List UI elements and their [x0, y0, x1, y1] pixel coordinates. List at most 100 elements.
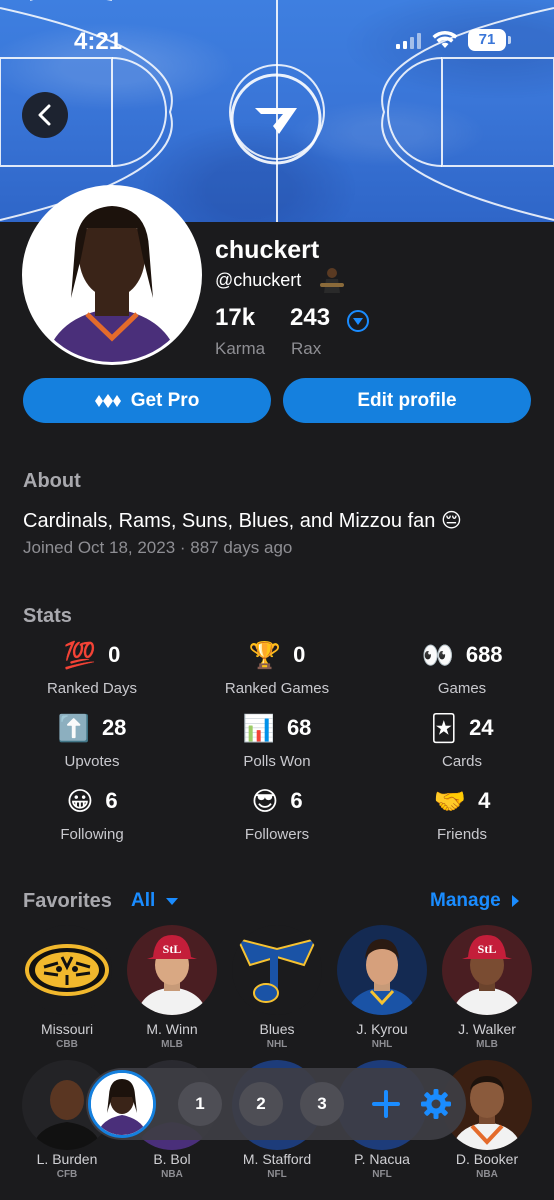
quick-switch-bar: 1 2 3: [86, 1068, 466, 1140]
favorite-item-m-winn[interactable]: StL M. Winn MLB: [122, 925, 222, 1050]
joker-card-icon: 🃏: [430, 713, 458, 743]
favorite-league: NHL: [266, 1039, 288, 1050]
st-louis-blues-logo: [232, 925, 322, 1015]
stat-value: 28: [101, 715, 127, 740]
eyes-icon: 👀: [421, 640, 454, 670]
stat-label: Ranked Days: [46, 680, 138, 697]
favorite-item-j-kyrou[interactable]: J. Kyrou NHL: [332, 925, 432, 1050]
player-photo: [25, 188, 199, 362]
stat-value: 24: [469, 715, 494, 740]
favorite-item-missouri[interactable]: Missouri CBB: [17, 925, 117, 1050]
favorite-name: J. Walker: [458, 1021, 516, 1037]
missouri-tigers-logo: [22, 925, 112, 1015]
favorite-item-j-walker[interactable]: StL J. Walker MLB: [437, 925, 537, 1050]
player-headshot: StL: [442, 925, 532, 1015]
favorite-name: Blues: [259, 1021, 295, 1037]
stat-value: 4: [478, 788, 491, 813]
profile-username: chuckert: [215, 236, 320, 264]
player-headshot: [337, 925, 427, 1015]
favorite-label-d-booker: D. Booker NBA: [437, 1151, 537, 1180]
favorite-item-blues[interactable]: Blues NHL: [227, 925, 327, 1050]
favorites-filter-label: All: [131, 890, 156, 911]
stat-friends[interactable]: 🤝 4 Friends: [372, 784, 552, 843]
get-pro-button[interactable]: Get Pro: [23, 378, 271, 423]
favorites-filter-dropdown[interactable]: All: [131, 890, 179, 912]
stat-label: Games: [437, 680, 487, 697]
diamond-icon: [94, 393, 121, 408]
stat-games: 👀 688 Games: [372, 638, 552, 697]
stat-label: Followers: [244, 826, 310, 843]
stat-value: 688: [465, 642, 503, 667]
quick-switch-profile-avatar[interactable]: [88, 1070, 156, 1138]
karma-label: Karma: [215, 339, 266, 358]
quick-slot-1-button[interactable]: 1: [178, 1082, 222, 1126]
trophy-icon: 🏆: [248, 640, 282, 670]
gear-icon[interactable]: [420, 1088, 452, 1120]
stat-value: 68: [286, 715, 312, 740]
stat-value: 6: [105, 788, 118, 813]
favorite-league: NBA: [161, 1169, 183, 1180]
stat-upvotes: ⬆️ 28 Upvotes: [2, 711, 182, 770]
favorite-name: M. Winn: [146, 1021, 198, 1037]
stat-label: Following: [60, 826, 124, 843]
rax-label: Rax: [291, 339, 322, 358]
stats-title: Stats: [23, 605, 72, 627]
back-button[interactable]: [22, 92, 68, 138]
favorite-name: L. Burden: [36, 1151, 98, 1167]
caret-down-icon: [166, 897, 179, 905]
hundred-points-icon: 💯: [63, 640, 97, 670]
favorite-league: NHL: [371, 1039, 393, 1050]
favorite-league: NFL: [267, 1169, 287, 1180]
about-title: About: [23, 470, 81, 492]
grinning-face-icon: 😀: [66, 786, 94, 816]
wifi-icon: [432, 30, 458, 48]
about-text: Cardinals, Rams, Suns, Blues, and Mizzou…: [23, 510, 462, 532]
battery-indicator: 71: [468, 29, 511, 51]
status-bar: 4:21 71: [0, 0, 554, 80]
stat-label: Friends: [436, 826, 488, 843]
favorites-title: Favorites: [23, 890, 112, 912]
joined-date: Joined Oct 18, 2023 · 887 days ago: [23, 538, 293, 557]
stat-followers[interactable]: 😎 6 Followers: [187, 784, 367, 843]
favorite-label-l-burden: L. Burden CFB: [17, 1151, 117, 1180]
caret-right-icon: [511, 895, 519, 907]
favorite-league: MLB: [161, 1039, 183, 1050]
stat-label: Polls Won: [243, 753, 311, 770]
stat-label: Upvotes: [64, 753, 120, 770]
stat-label: Ranked Games: [224, 680, 330, 697]
favorite-name: D. Booker: [455, 1151, 519, 1167]
quick-slot-2-button[interactable]: 2: [239, 1082, 283, 1126]
up-arrow-icon: ⬆️: [57, 713, 90, 743]
favorite-league: CBB: [56, 1039, 78, 1050]
get-pro-label: Get Pro: [130, 389, 200, 411]
favorite-name: P. Nacua: [354, 1151, 410, 1167]
svg-text:StL: StL: [478, 942, 497, 956]
player-headshot: StL: [127, 925, 217, 1015]
stat-value: 0: [108, 642, 121, 667]
stat-label: Cards: [441, 753, 482, 770]
bar-chart-icon: 📊: [242, 713, 275, 743]
edit-profile-label: Edit profile: [357, 389, 457, 411]
edit-profile-button[interactable]: Edit profile: [283, 378, 531, 423]
favorite-label-p-nacua: P. Nacua NFL: [332, 1151, 432, 1180]
profile-avatar[interactable]: [22, 185, 202, 365]
favorite-name: B. Bol: [153, 1151, 191, 1167]
stat-cards: 🃏 24 Cards: [372, 711, 552, 770]
stat-following[interactable]: 😀 6 Following: [2, 784, 182, 843]
quick-slot-3-button[interactable]: 3: [300, 1082, 344, 1126]
favorite-league: MLB: [476, 1039, 498, 1050]
favorite-league: CFB: [56, 1169, 78, 1180]
favorite-name: Missouri: [40, 1021, 94, 1037]
chevron-left-icon: [38, 104, 51, 126]
manage-label: Manage: [430, 890, 501, 911]
profile-handle: @chuckert: [215, 270, 302, 290]
karma-value: 17k: [215, 304, 256, 331]
manage-favorites-link[interactable]: Manage: [430, 890, 520, 912]
plus-icon[interactable]: [366, 1084, 406, 1124]
status-time: 4:21: [74, 28, 123, 55]
stat-ranked-games: 🏆 0 Ranked Games: [187, 638, 367, 697]
app-logo-icon: [230, 73, 322, 165]
stat-ranked-days: 💯 0 Ranked Days: [2, 638, 182, 697]
bitmoji-icon: [320, 268, 344, 293]
rax-value: 243: [290, 304, 331, 331]
